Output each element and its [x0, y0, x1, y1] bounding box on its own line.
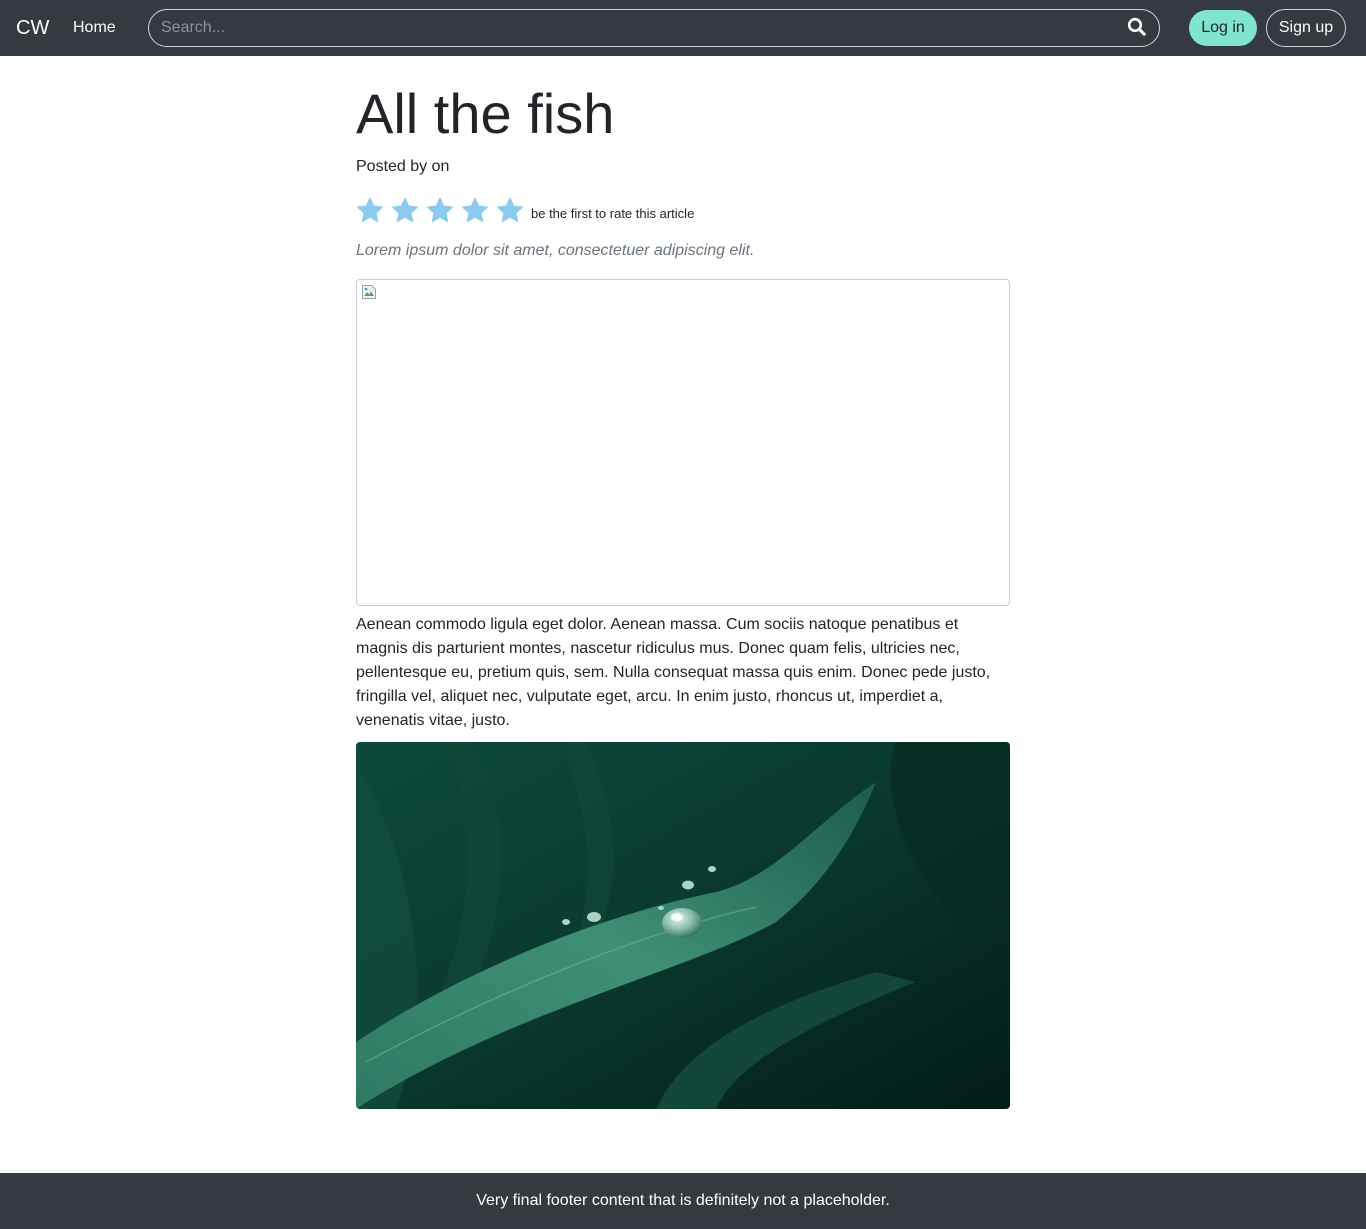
navbar: CW Home Log in Sign up	[0, 0, 1366, 56]
post-meta: Posted by on	[356, 158, 450, 175]
star-icon[interactable]	[461, 197, 489, 225]
article-title: All the fish	[356, 82, 615, 145]
search-input[interactable]	[149, 10, 1109, 46]
article-lead: Lorem ipsum dolor sit amet, consectetuer…	[356, 242, 755, 259]
star-icon[interactable]	[391, 197, 419, 225]
search-icon[interactable]	[1127, 17, 1149, 39]
article-body: Aenean commodo ligula eget dolor. Aenean…	[356, 616, 991, 729]
nav-link-home[interactable]: Home	[73, 18, 116, 38]
login-button[interactable]: Log in	[1189, 10, 1257, 46]
broken-image-icon	[361, 284, 377, 300]
search-bar	[148, 9, 1160, 47]
broken-image	[356, 279, 1010, 606]
rating-prompt: be the first to rate this article	[531, 206, 695, 221]
star-icon[interactable]	[496, 197, 524, 225]
footer-text: Very final footer content that is defini…	[476, 1192, 890, 1209]
signup-button[interactable]: Sign up	[1266, 9, 1346, 47]
footer: Very final footer content that is defini…	[0, 1173, 1366, 1229]
star-icon[interactable]	[356, 197, 384, 225]
brand-logo[interactable]: CW	[16, 15, 49, 41]
star-icon[interactable]	[426, 197, 454, 225]
leaf-water-drop-image	[356, 742, 1010, 1109]
